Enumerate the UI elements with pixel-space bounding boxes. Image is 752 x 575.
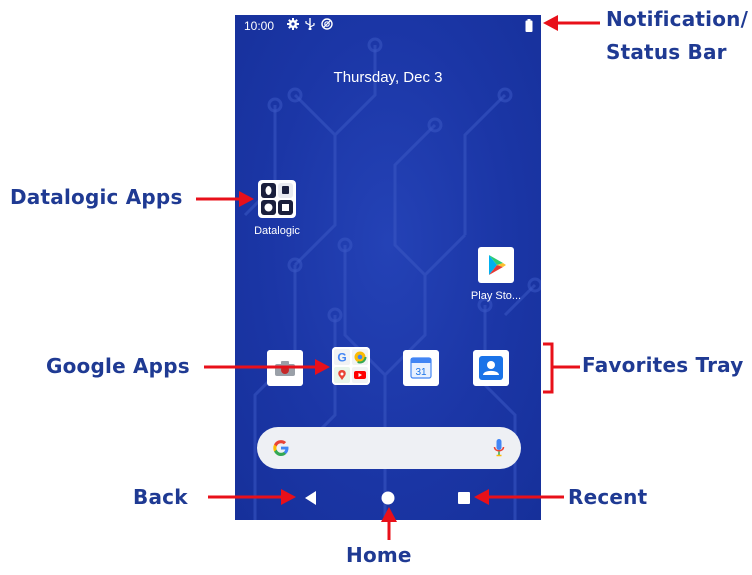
favorites-bracket <box>543 342 554 394</box>
annotation-arrows <box>196 15 600 540</box>
